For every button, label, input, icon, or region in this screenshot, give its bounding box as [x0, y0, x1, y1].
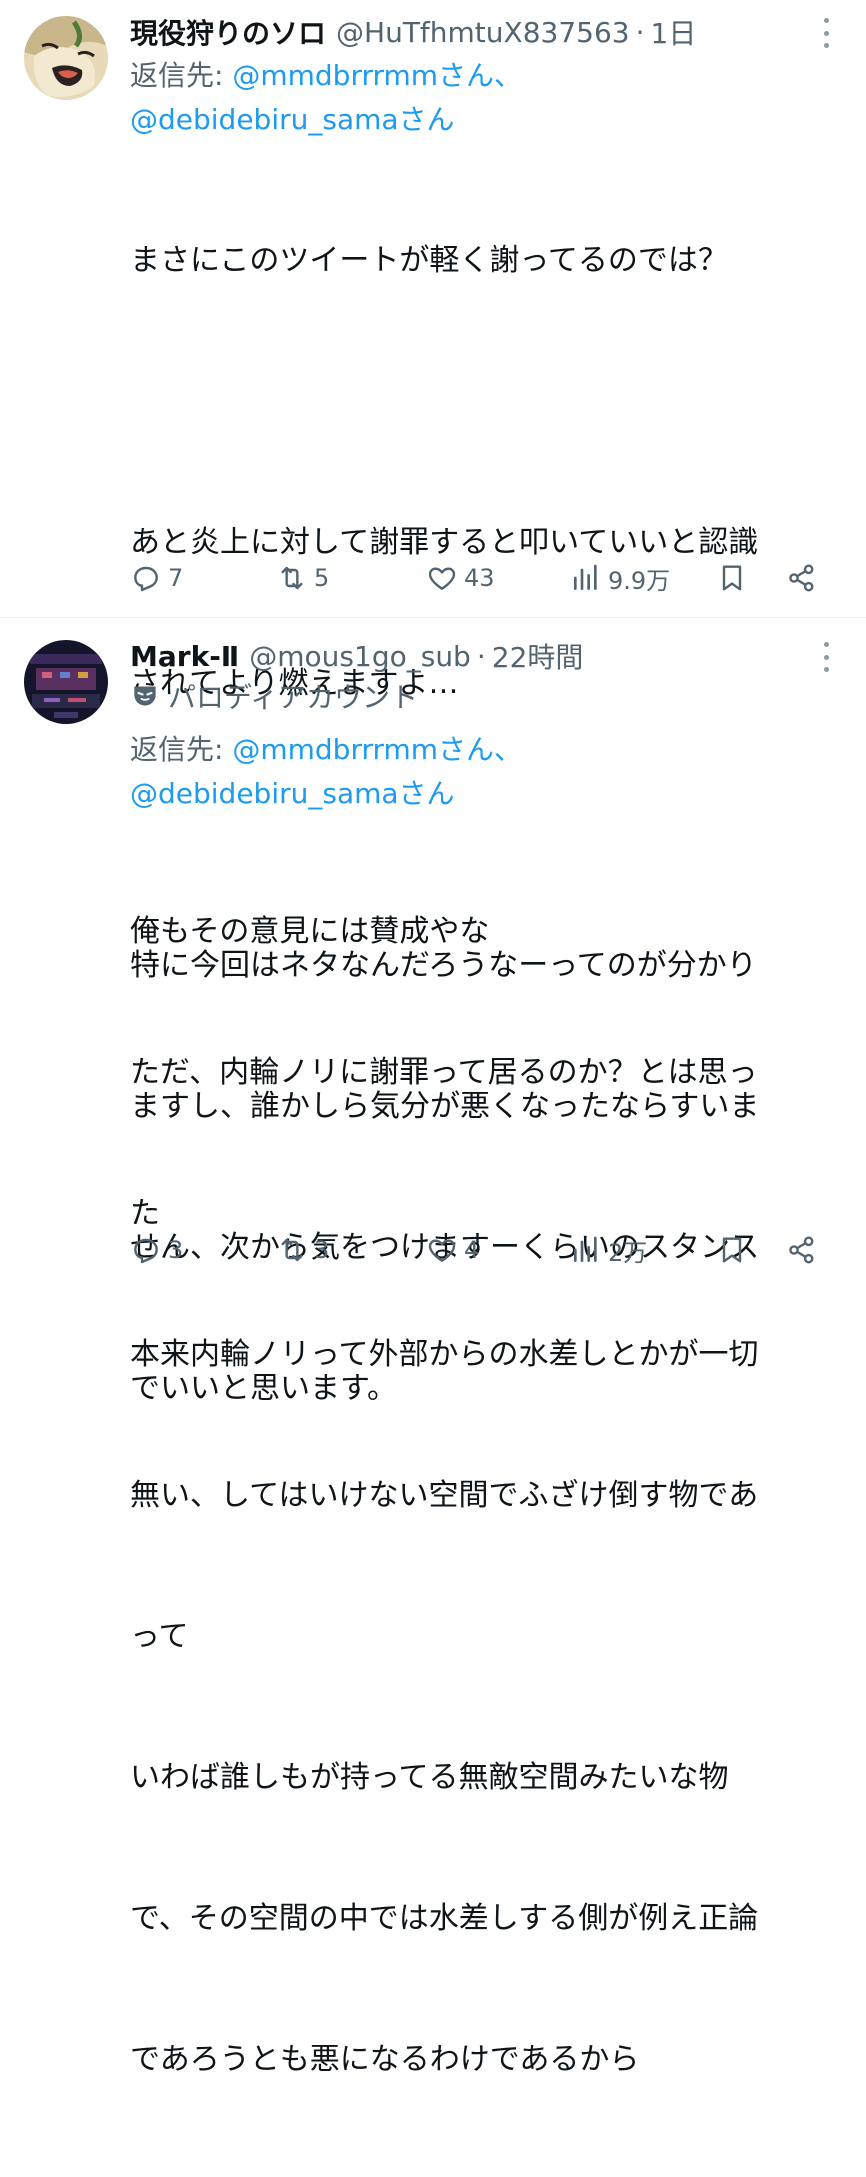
text-line: いわば誰しもが持ってる無敵空間みたいな物 [130, 1760, 729, 1795]
parody-label: パロディアカウント [130, 676, 418, 716]
retweet-count: 5 [314, 564, 330, 592]
mention-link[interactable]: @debidebiru_samaさん [130, 777, 455, 810]
reply-icon [134, 566, 158, 592]
views-button[interactable]: 9.9万 [570, 558, 670, 598]
heart-icon [428, 1239, 456, 1262]
reply-button[interactable]: 3 [130, 1230, 183, 1270]
share-button[interactable] [786, 558, 824, 598]
mention-link[interactable]: @debidebiru_samaさん [130, 103, 455, 136]
like-count: 4 [464, 1236, 480, 1264]
share-button[interactable] [786, 1230, 824, 1270]
views-icon [574, 1236, 597, 1262]
more-icon[interactable] [816, 18, 836, 48]
text-line: ただ、内輪ノリに謝罪って居るのか？とは思っ [130, 1055, 758, 1090]
timestamp[interactable]: 22時間 [492, 636, 584, 676]
bookmark-button[interactable] [716, 1230, 754, 1270]
bookmark-icon [722, 565, 742, 591]
views-count: 2万 [608, 1238, 648, 1267]
separator-dot: · [635, 15, 645, 49]
views-count: 9.9万 [608, 566, 671, 595]
display-name[interactable]: 現役狩りのソロ [130, 12, 326, 52]
reply-icon [134, 1238, 158, 1264]
retweet-icon [281, 1238, 303, 1262]
text-line: で、その空間の中では水差しする側が例え正論 [130, 1901, 759, 1936]
tweet-header: Mark-Ⅱ @mous1go_sub · 22時間 [130, 636, 583, 676]
share-icon [789, 564, 814, 592]
retweet-count: 3 [314, 1236, 330, 1264]
reply-button[interactable]: 7 [130, 558, 183, 598]
text-line: って [130, 1619, 189, 1654]
text-line: 無い、してはいけない空間でふざけ倒す物であ [130, 1478, 759, 1513]
like-button[interactable]: 4 [426, 1230, 479, 1270]
action-bar: 3 3 4 2万 [130, 1230, 830, 1270]
action-bar: 7 5 43 9.9万 [130, 558, 830, 598]
reply-count: 3 [168, 1236, 184, 1264]
bookmark-button[interactable] [716, 558, 754, 598]
views-icon [574, 564, 597, 590]
reply-to: 返信先: @mmdbrrrmmさん、 @debidebiru_samaさん [130, 728, 830, 816]
avatar[interactable] [24, 16, 108, 100]
text-line [130, 378, 830, 425]
views-button[interactable]: 2万 [570, 1230, 647, 1270]
text-line: 俺もその意見には賛成やな [130, 914, 490, 949]
retweet-icon [281, 566, 303, 590]
reply-prefix: 返信先: [130, 733, 233, 766]
reply-prefix: 返信先: [130, 59, 233, 92]
parody-text: パロディアカウント [168, 681, 419, 714]
tweet[interactable]: Mark-Ⅱ @mous1go_sub · 22時間 パロディアカウント 返信先… [0, 618, 866, 2077]
mention-link[interactable]: @mmdbrrrmmさん、 [232, 733, 522, 766]
retweet-button[interactable]: 3 [276, 1230, 329, 1270]
avatar[interactable] [24, 640, 108, 724]
text-line: まさにこのツイートが軽く謝ってるのでは？ [130, 243, 728, 278]
display-name[interactable]: Mark-Ⅱ [130, 640, 239, 673]
tweet[interactable]: 現役狩りのソロ @HuTfhmtuX837563 · 1日 返信先: @mmdb… [0, 0, 866, 1406]
tweet-text: 俺もその意見には賛成やな ただ、内輪ノリに謝罪って居るのか？とは思っ た 本来内… [130, 814, 830, 2177]
mention-link[interactable]: @mmdbrrrmmさん、 [232, 59, 522, 92]
user-handle[interactable]: @mous1go_sub [249, 640, 471, 673]
tweet-header: 現役狩りのソロ @HuTfhmtuX837563 · 1日 [130, 12, 696, 52]
reply-to: 返信先: @mmdbrrrmmさん、 @debidebiru_samaさん [130, 54, 830, 142]
user-handle[interactable]: @HuTfhmtuX837563 [336, 16, 630, 49]
like-count: 43 [464, 564, 495, 592]
share-icon [789, 1236, 814, 1264]
retweet-button[interactable]: 5 [276, 558, 329, 598]
more-icon[interactable] [816, 642, 836, 672]
timestamp[interactable]: 1日 [651, 12, 697, 52]
heart-icon [428, 567, 456, 590]
separator-dot: · [476, 639, 486, 673]
reply-count: 7 [168, 564, 184, 592]
bookmark-icon [722, 1237, 742, 1263]
text-line: であろうとも悪になるわけであるから [130, 2042, 640, 2077]
like-button[interactable]: 43 [426, 558, 495, 598]
mask-icon [134, 686, 156, 706]
text-line: 本来内輪ノリって外部からの水差しとかが一切 [130, 1337, 759, 1372]
